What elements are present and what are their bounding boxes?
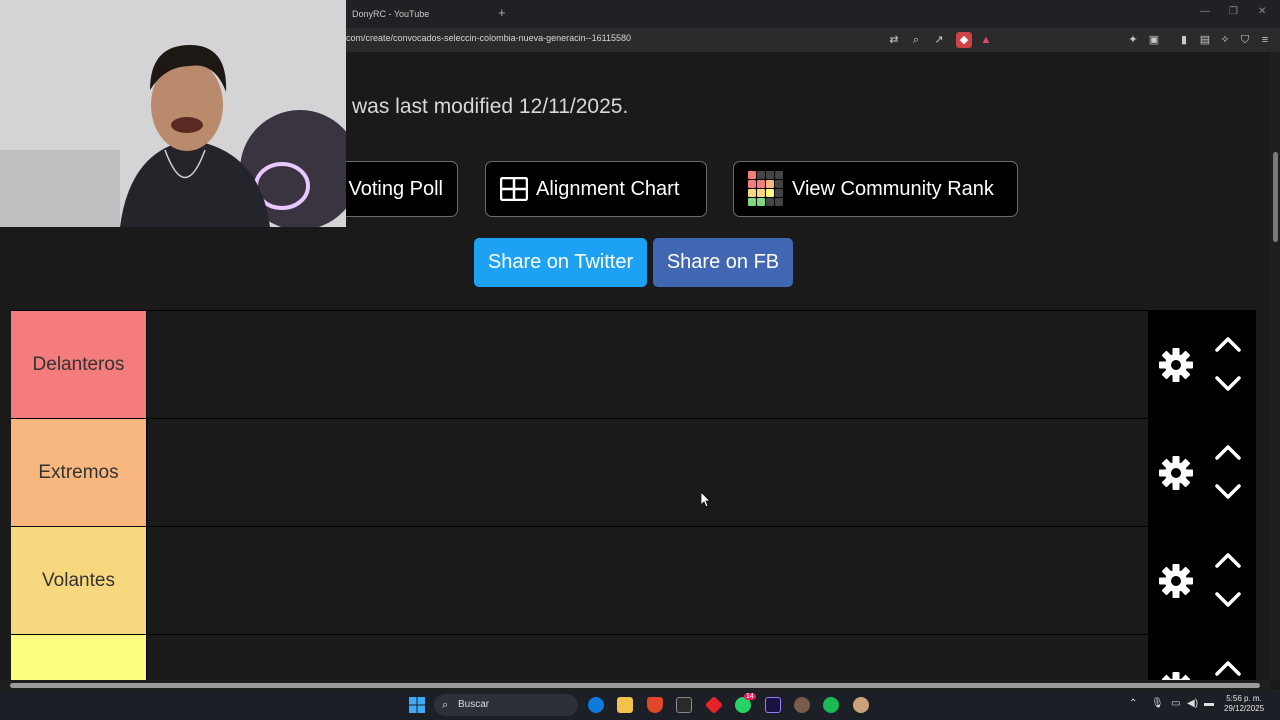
tier-row: Extremos (11, 418, 1256, 527)
search-icon: ⌕ (442, 699, 449, 711)
premiere-pro-icon[interactable] (765, 697, 781, 713)
clock-time: 5:56 p. m. (1226, 694, 1262, 703)
share-fb-label: Share on FB (666, 251, 780, 273)
chevron-down-icon[interactable] (1214, 591, 1242, 609)
tier-row: Delanteros (11, 310, 1256, 419)
tier-row: Volantes (11, 526, 1256, 635)
tier-label[interactable]: Volantes (11, 527, 146, 634)
windows-taskbar: ⌕ Buscar 14 ⌃ 🎙 ▭ ◀) ▬ 5:56 p. m. 29/12/… (0, 690, 1280, 720)
share-twitter-button[interactable]: Share on Twitter (474, 238, 647, 287)
gear-icon[interactable] (1158, 455, 1194, 491)
close-window-button[interactable]: ✕ (1258, 6, 1266, 17)
search-placeholder: Buscar (458, 699, 490, 710)
vpn-icon[interactable]: ⛉ (1237, 32, 1253, 48)
grid-icon (500, 177, 528, 201)
tier-controls (1148, 527, 1256, 635)
browser-tab[interactable]: DonyRC - YouTube (346, 3, 496, 25)
epic-games-icon[interactable] (676, 697, 692, 713)
alignment-chart-label: Alignment Chart (536, 177, 680, 200)
chevron-up-icon[interactable] (1214, 443, 1242, 461)
tier-label[interactable]: Extremos (11, 419, 146, 526)
chevron-up-icon[interactable] (1214, 659, 1242, 677)
app-round-icon[interactable] (853, 697, 869, 713)
spotify-icon[interactable] (823, 697, 839, 713)
tier-controls (1148, 635, 1256, 680)
tier-controls (1148, 419, 1256, 527)
tier-drop-area[interactable] (146, 311, 1148, 418)
taskbar-search[interactable]: ⌕ Buscar (434, 694, 578, 716)
rank-grid-icon (748, 171, 783, 206)
extensions-icon[interactable]: ✦ (1125, 32, 1141, 48)
alignment-chart-button[interactable]: Alignment Chart (485, 161, 707, 217)
clock-date: 29/12/2025 (1224, 704, 1265, 713)
vertical-scrollbar[interactable] (1270, 52, 1280, 680)
file-explorer-icon[interactable] (617, 697, 633, 713)
tab-title: DonyRC - YouTube (352, 9, 430, 19)
vertical-scroll-thumb[interactable] (1273, 152, 1278, 242)
edge-icon[interactable] (588, 697, 604, 713)
gear-icon[interactable] (1158, 563, 1194, 599)
tab-search-icon[interactable]: ▣ (1146, 32, 1162, 48)
tier-drop-area[interactable] (146, 635, 1148, 680)
microphone-icon[interactable]: 🎙 (1151, 698, 1164, 709)
zoom-icon[interactable]: ⌕ (908, 32, 924, 48)
maximize-button[interactable]: ❐ (1229, 6, 1238, 17)
volume-icon[interactable]: ◀) (1187, 698, 1198, 709)
horizontal-scrollbar[interactable] (0, 680, 1270, 690)
sidebar-icon[interactable]: ▮ (1176, 32, 1192, 48)
gear-icon[interactable] (1158, 671, 1194, 680)
community-rank-label: View Community Rank (792, 177, 994, 200)
menu-icon[interactable]: ≡ (1257, 32, 1273, 48)
wallet-icon[interactable]: ▤ (1197, 32, 1213, 48)
translate-icon[interactable]: ⇄ (886, 32, 902, 48)
app-avatar-icon[interactable] (794, 697, 810, 713)
url-field[interactable]: com/create/convocados-seleccin-colombia-… (346, 33, 631, 43)
webcam-overlay (0, 0, 346, 227)
tier-row (11, 634, 1256, 680)
chevron-up-icon[interactable] (1214, 551, 1242, 569)
new-tab-button[interactable]: + (498, 5, 506, 20)
community-rank-button[interactable]: View Community Rank (733, 161, 1018, 217)
app-red-icon[interactable] (704, 695, 724, 715)
streamer-image (0, 0, 346, 227)
share-twitter-label: Share on Twitter (487, 251, 634, 273)
brave-rewards-icon[interactable]: ▲ (978, 32, 994, 48)
chevron-down-icon[interactable] (1214, 375, 1242, 393)
tray-chevron-icon[interactable]: ⌃ (1129, 698, 1137, 709)
brave-icon[interactable] (647, 697, 663, 713)
share-icon[interactable]: ↗ (931, 32, 947, 48)
brave-shield-icon[interactable]: ◆ (956, 32, 972, 48)
tier-label[interactable]: Delanteros (11, 311, 146, 418)
leo-ai-icon[interactable]: ✧ (1217, 32, 1233, 48)
chevron-up-icon[interactable] (1214, 335, 1242, 353)
tier-drop-area[interactable] (146, 419, 1148, 526)
tier-drop-area[interactable] (146, 527, 1148, 634)
gear-icon[interactable] (1158, 347, 1194, 383)
mouse-cursor-icon (701, 492, 711, 508)
network-icon[interactable]: ▭ (1171, 698, 1180, 709)
share-fb-button[interactable]: Share on FB (653, 238, 793, 287)
battery-icon[interactable]: ▬ (1204, 698, 1214, 709)
whatsapp-badge: 14 (744, 693, 756, 700)
taskbar-clock[interactable]: 5:56 p. m. 29/12/2025 (1224, 694, 1264, 714)
tier-label[interactable] (11, 635, 146, 680)
minimize-button[interactable]: — (1200, 6, 1210, 17)
windows-start-icon[interactable] (409, 697, 425, 713)
voting-poll-label: Voting Poll (348, 177, 443, 200)
last-modified-text: was last modified 12/11/2025. (352, 95, 629, 118)
chevron-down-icon[interactable] (1214, 483, 1242, 501)
horizontal-scroll-thumb[interactable] (10, 683, 1260, 688)
tier-controls (1148, 311, 1256, 419)
